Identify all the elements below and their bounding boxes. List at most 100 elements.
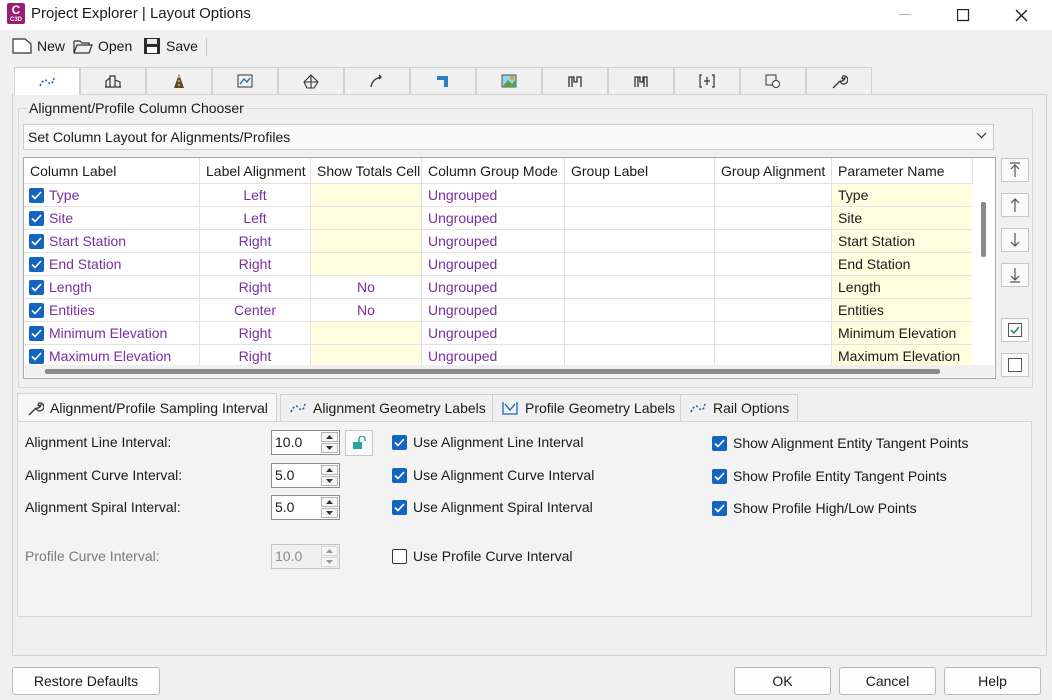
column-label-cell[interactable]: Start Station — [24, 230, 200, 253]
group-alignment-cell[interactable] — [715, 299, 832, 322]
tab-alignment-geometry-labels[interactable]: Alignment Geometry Labels — [280, 394, 495, 421]
table-row[interactable]: Start Station Right Ungrouped Start Station — [24, 230, 995, 253]
parameter-name-cell[interactable]: Site — [832, 207, 973, 230]
label-alignment-cell[interactable]: Left — [200, 184, 311, 207]
header-group-mode[interactable]: Column Group Mode — [422, 158, 565, 184]
grid-horizontal-scrollbar[interactable] — [25, 365, 994, 377]
parameter-name-cell[interactable]: Minimum Elevation — [832, 322, 973, 345]
group-alignment-cell[interactable] — [715, 207, 832, 230]
column-label-cell[interactable]: Type — [24, 184, 200, 207]
spin-up-button[interactable] — [321, 546, 338, 556]
show-totals-cell[interactable]: No — [311, 276, 422, 299]
move-up-button[interactable] — [1001, 193, 1029, 217]
row-checkbox[interactable] — [29, 211, 44, 226]
spin-up-button[interactable] — [321, 497, 338, 507]
alignment-spiral-interval-value[interactable]: 5.0 — [275, 499, 294, 515]
header-parameter-name[interactable]: Parameter Name — [832, 158, 973, 184]
table-row[interactable]: Length Right No Ungrouped Length — [24, 276, 995, 299]
profile-curve-interval-value[interactable]: 10.0 — [275, 548, 302, 564]
show-totals-cell[interactable] — [311, 230, 422, 253]
use-spiral-interval-checkbox[interactable]: Use Alignment Spiral Interval — [392, 499, 593, 515]
tab-sites[interactable] — [80, 67, 146, 94]
table-row[interactable]: Site Left Ungrouped Site — [24, 207, 995, 230]
group-label-cell[interactable] — [565, 184, 715, 207]
group-mode-cell[interactable]: Ungrouped — [422, 299, 565, 322]
tab-sampling-interval[interactable]: Alignment/Profile Sampling Interval — [17, 393, 277, 421]
row-checkbox[interactable] — [29, 280, 44, 295]
group-label-cell[interactable] — [565, 253, 715, 276]
show-totals-cell[interactable]: No — [311, 299, 422, 322]
move-to-top-button[interactable] — [1001, 158, 1029, 182]
tab-profile-views[interactable] — [212, 67, 278, 94]
label-alignment-cell[interactable]: Right — [200, 276, 311, 299]
column-label-cell[interactable]: Site — [24, 207, 200, 230]
group-mode-cell[interactable]: Ungrouped — [422, 276, 565, 299]
use-curve-interval-checkbox[interactable]: Use Alignment Curve Interval — [392, 467, 594, 483]
group-mode-cell[interactable]: Ungrouped — [422, 322, 565, 345]
tab-corridors[interactable] — [146, 67, 212, 94]
alignment-curve-interval-value[interactable]: 5.0 — [275, 467, 294, 483]
table-row[interactable]: Type Left Ungrouped Type — [24, 184, 995, 207]
group-label-cell[interactable] — [565, 299, 715, 322]
tab-point-groups[interactable] — [740, 67, 806, 94]
maximize-button[interactable] — [934, 0, 992, 30]
group-alignment-cell[interactable] — [715, 230, 832, 253]
column-label-cell[interactable]: Minimum Elevation — [24, 322, 200, 345]
table-row[interactable]: End Station Right Ungrouped End Station — [24, 253, 995, 276]
tab-surfaces[interactable] — [278, 67, 344, 94]
alignment-spiral-interval-input[interactable]: 5.0 — [271, 495, 340, 520]
group-mode-cell[interactable]: Ungrouped — [422, 253, 565, 276]
show-totals-cell[interactable] — [311, 184, 422, 207]
group-mode-cell[interactable]: Ungrouped — [422, 207, 565, 230]
alignment-line-interval-input[interactable]: 10.0 — [271, 430, 340, 455]
spin-up-button[interactable] — [321, 465, 338, 475]
grid-vertical-scrollbar[interactable] — [972, 185, 994, 365]
tab-settings[interactable] — [806, 67, 872, 94]
label-alignment-cell[interactable]: Right — [200, 322, 311, 345]
show-totals-cell[interactable] — [311, 253, 422, 276]
group-alignment-cell[interactable] — [715, 184, 832, 207]
show-totals-cell[interactable] — [311, 322, 422, 345]
spin-down-button[interactable] — [321, 557, 338, 567]
group-label-cell[interactable] — [565, 276, 715, 299]
column-layout-select[interactable]: Set Column Layout for Alignments/Profile… — [23, 124, 994, 150]
table-row[interactable]: Minimum Elevation Right Ungrouped Minimum E… — [24, 322, 995, 345]
open-button[interactable]: Open — [73, 35, 132, 57]
show-totals-cell[interactable] — [311, 207, 422, 230]
header-group-label[interactable]: Group Label — [565, 158, 715, 184]
header-label-alignment[interactable]: Label Alignment — [200, 158, 311, 184]
row-checkbox[interactable] — [29, 303, 44, 318]
move-to-bottom-button[interactable] — [1001, 263, 1029, 287]
ok-button[interactable]: OK — [734, 667, 831, 695]
help-button[interactable]: Help — [944, 667, 1041, 695]
column-label-cell[interactable]: Entities — [24, 299, 200, 322]
spin-down-button[interactable] — [321, 443, 338, 453]
alignment-line-interval-value[interactable]: 10.0 — [275, 434, 302, 450]
tab-alignments[interactable] — [14, 67, 80, 95]
use-line-interval-checkbox[interactable]: Use Alignment Line Interval — [392, 434, 583, 450]
tab-sample-lines[interactable] — [476, 67, 542, 94]
spin-down-button[interactable] — [321, 476, 338, 486]
show-high-low-checkbox[interactable]: Show Profile High/Low Points — [712, 500, 917, 516]
label-alignment-cell[interactable]: Right — [200, 253, 311, 276]
tab-feature-lines[interactable] — [344, 67, 410, 94]
tab-profile-geometry-labels[interactable]: Profile Geometry Labels — [492, 394, 685, 421]
row-checkbox[interactable] — [29, 326, 44, 341]
move-down-button[interactable] — [1001, 228, 1029, 252]
uncheck-all-button[interactable] — [1001, 353, 1029, 377]
check-all-button[interactable] — [1001, 318, 1029, 342]
spin-up-button[interactable] — [321, 432, 338, 442]
column-label-cell[interactable]: Length — [24, 276, 200, 299]
horizontal-scroll-thumb[interactable] — [45, 369, 940, 374]
parameter-name-cell[interactable]: Start Station — [832, 230, 973, 253]
tab-assemblies[interactable] — [542, 67, 608, 94]
parameter-name-cell[interactable]: Type — [832, 184, 973, 207]
group-alignment-cell[interactable] — [715, 276, 832, 299]
tab-pipes[interactable] — [410, 67, 476, 94]
group-alignment-cell[interactable] — [715, 322, 832, 345]
tab-subassemblies[interactable] — [608, 67, 674, 94]
show-profile-tangent-checkbox[interactable]: Show Profile Entity Tangent Points — [712, 468, 947, 484]
group-label-cell[interactable] — [565, 322, 715, 345]
vertical-scroll-thumb[interactable] — [981, 202, 986, 257]
group-alignment-cell[interactable] — [715, 253, 832, 276]
